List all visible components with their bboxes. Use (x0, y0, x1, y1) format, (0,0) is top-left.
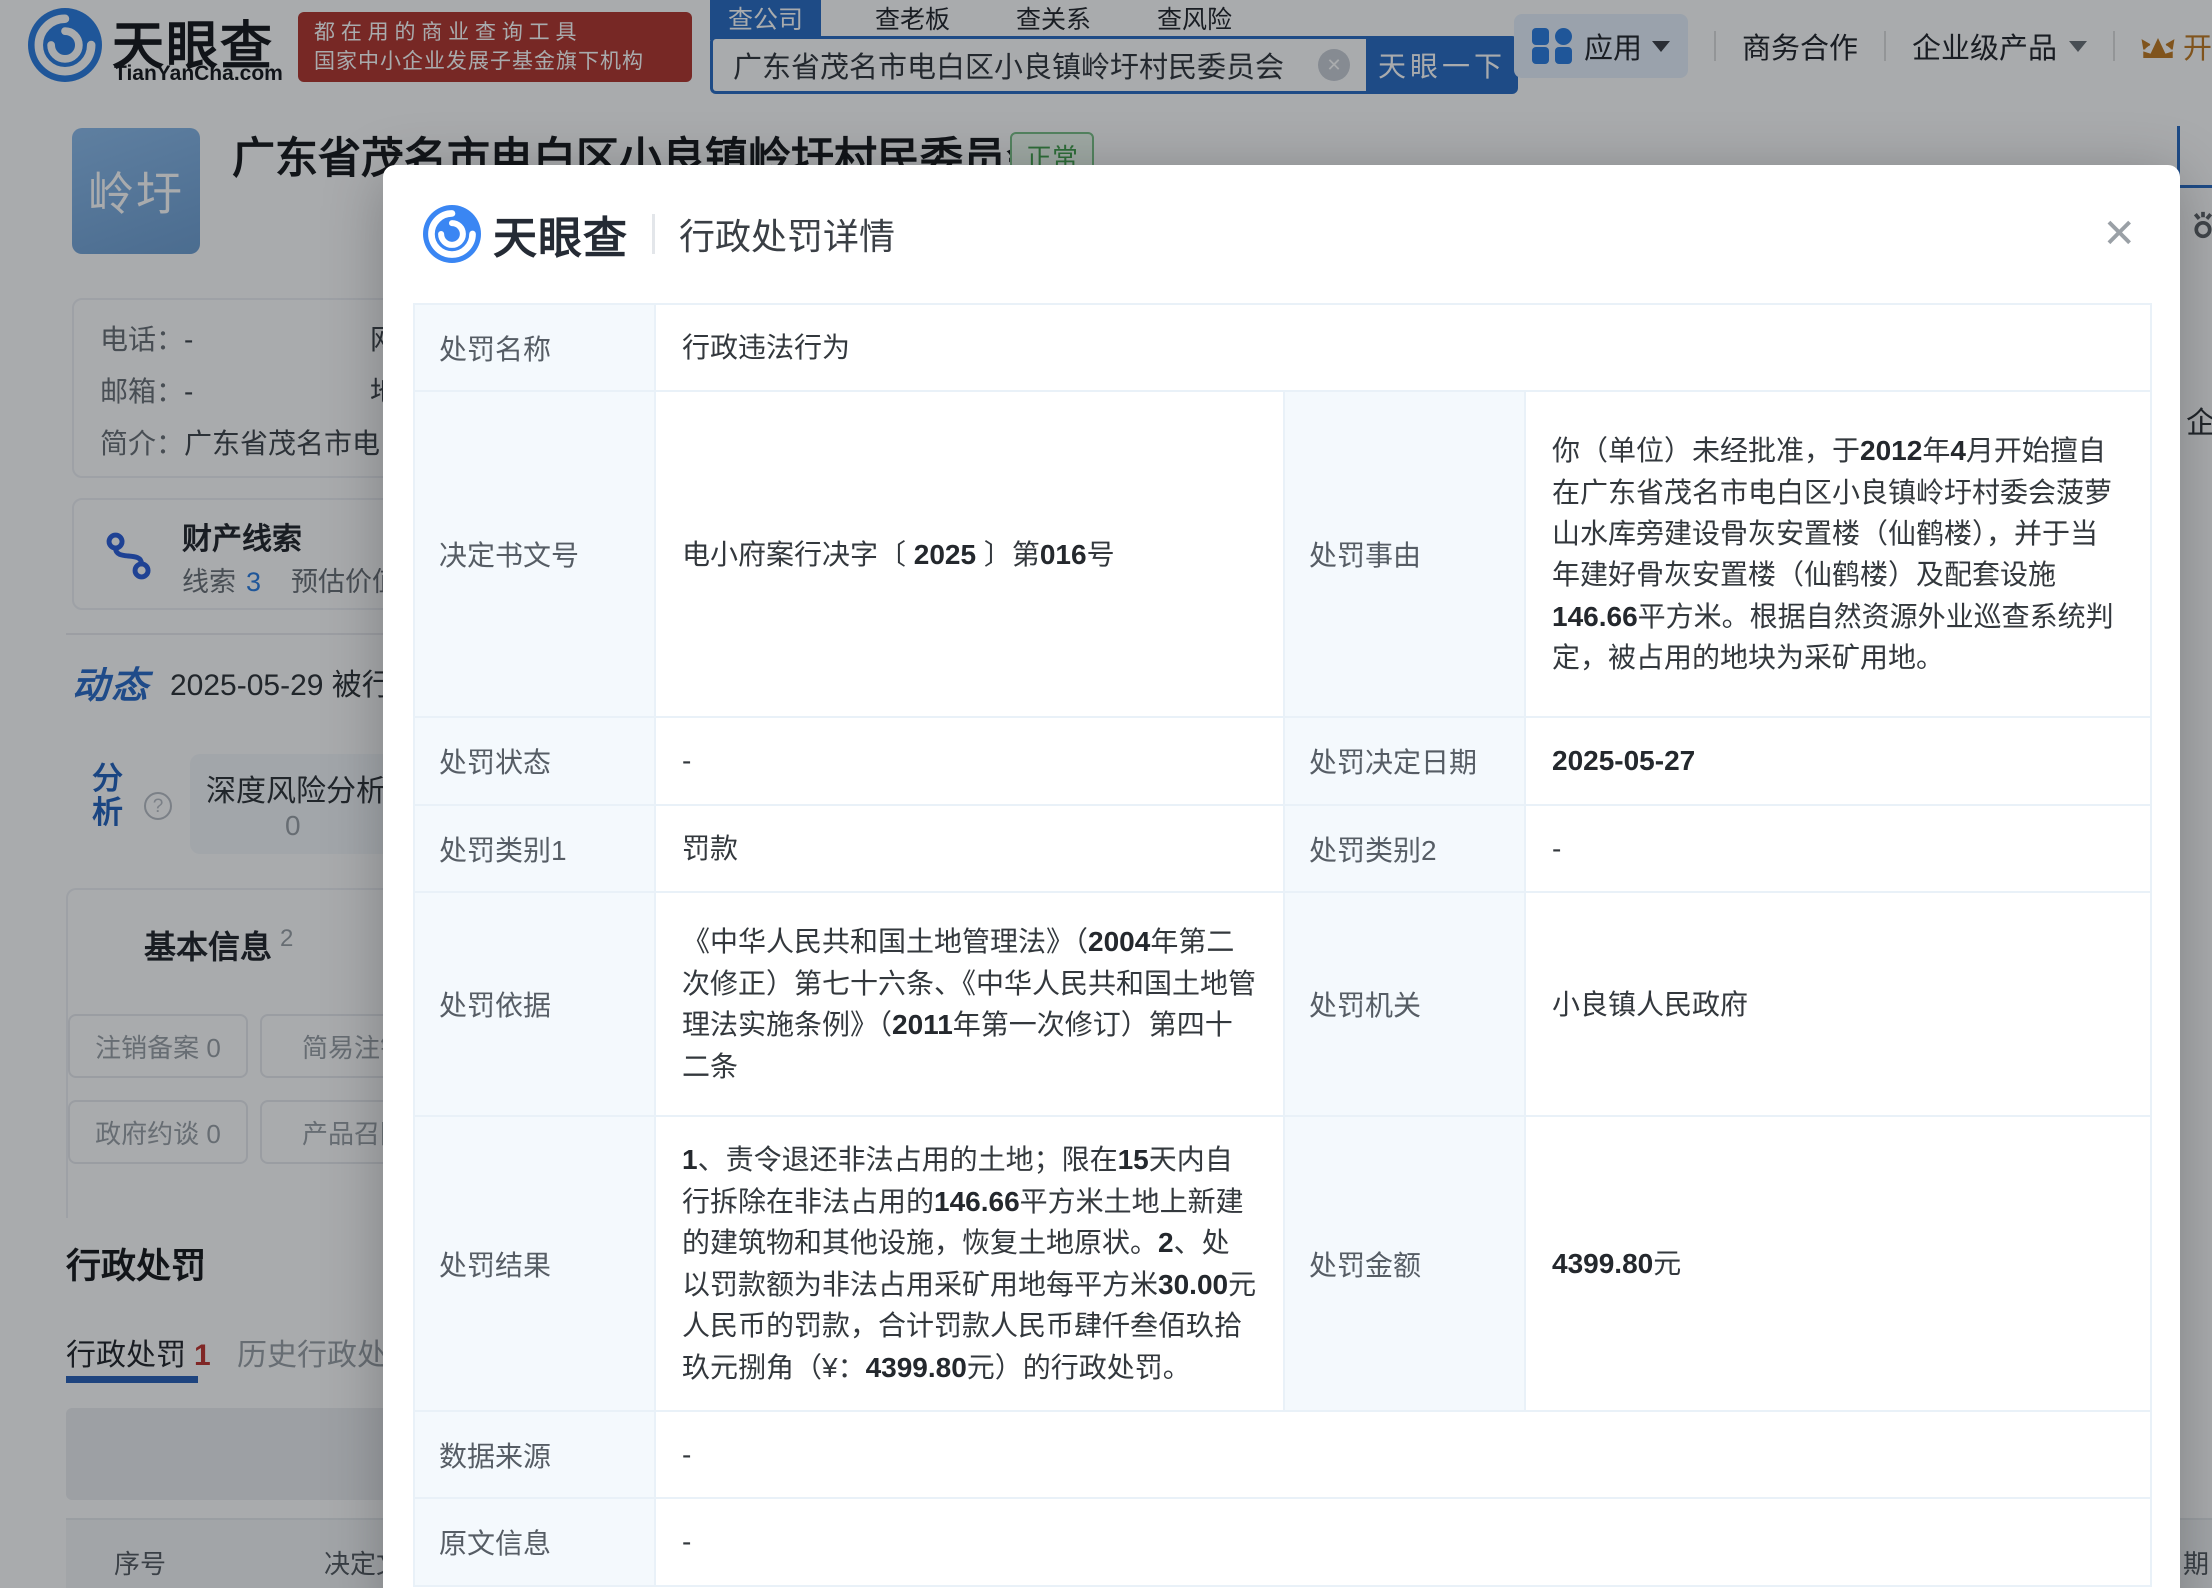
tianyancha-logo-icon (423, 205, 481, 263)
table-row: 处罚状态 - 处罚决定日期 2025-05-27 (413, 716, 2153, 806)
penalty-name-label: 处罚名称 (413, 302, 656, 393)
data-source-label: 数据来源 (413, 1409, 656, 1500)
penalty-result-value: 1、责令退还非法占用的土地；限在15天内自行拆除在非法占用的146.66平方米土… (654, 1115, 1285, 1412)
penalty-basis-label: 处罚依据 (413, 891, 656, 1118)
penalty-decision-date-label: 处罚决定日期 (1283, 716, 1526, 806)
penalty-category1-label: 处罚类别1 (413, 803, 656, 894)
table-row: 决定书文号 电小府案行决字〔 2025 〕第016号 处罚事由 你（单位）未经批… (413, 390, 2153, 719)
penalty-amount-label: 处罚金额 (1283, 1115, 1526, 1412)
penalty-category2-label: 处罚类别2 (1283, 803, 1526, 894)
penalty-basis-value: 《中华人民共和国土地管理法》（2004年第二次修正）第七十六条、《中华人民共和国… (654, 891, 1285, 1118)
table-row: 处罚依据 《中华人民共和国土地管理法》（2004年第二次修正）第七十六条、《中华… (413, 891, 2153, 1118)
penalty-reason-value: 你（单位）未经批准，于2012年4月开始擅自在广东省茂名市电白区小良镇岭圩村委会… (1523, 390, 2153, 719)
table-row: 数据来源 - (413, 1409, 2153, 1500)
modal-brand-wordmark: 天眼查 (493, 214, 628, 263)
penalty-reason-label: 处罚事由 (1283, 390, 1526, 719)
penalty-detail-modal: 天眼查 行政处罚详情 ✕ 处罚名称 行政违法行为 决定书文号 电小府案行决字〔 … (383, 165, 2180, 1588)
modal-title: 行政处罚详情 (679, 216, 896, 257)
table-row: 原文信息 - (413, 1497, 2153, 1587)
original-text-label: 原文信息 (413, 1497, 656, 1587)
decision-doc-no-value: 电小府案行决字〔 2025 〕第016号 (654, 390, 1285, 719)
penalty-result-label: 处罚结果 (413, 1115, 656, 1412)
penalty-category1-value: 罚款 (654, 803, 1285, 894)
decision-doc-no-label: 决定书文号 (413, 390, 656, 719)
penalty-category2-value: - (1523, 803, 2153, 894)
penalty-amount-value: 4399.80元 (1523, 1115, 2153, 1412)
original-text-value: - (653, 1497, 2153, 1587)
table-row: 处罚名称 行政违法行为 (413, 302, 2153, 393)
data-source-value: - (653, 1409, 2153, 1500)
table-row: 处罚类别1 罚款 处罚类别2 - (413, 803, 2153, 894)
penalty-status-label: 处罚状态 (413, 716, 656, 806)
screen: 天眼查 TianYanCha.com 都 在 用 的 商 业 查 询 工 具 国… (0, 0, 2212, 1588)
penalty-authority-label: 处罚机关 (1283, 891, 1526, 1118)
penalty-authority-value: 小良镇人民政府 (1523, 891, 2153, 1118)
penalty-status-value: - (654, 716, 1285, 806)
close-icon[interactable]: ✕ (2102, 214, 2136, 254)
penalty-name-value: 行政违法行为 (653, 302, 2153, 393)
table-row: 处罚结果 1、责令退还非法占用的土地；限在15天内自行拆除在非法占用的146.6… (413, 1115, 2153, 1412)
penalty-decision-date-value: 2025-05-27 (1523, 716, 2153, 806)
modal-title-divider (652, 214, 655, 254)
modal-header: 天眼查 行政处罚详情 ✕ (383, 165, 2180, 303)
penalty-detail-table: 处罚名称 行政违法行为 决定书文号 电小府案行决字〔 2025 〕第016号 处… (413, 302, 2153, 1587)
